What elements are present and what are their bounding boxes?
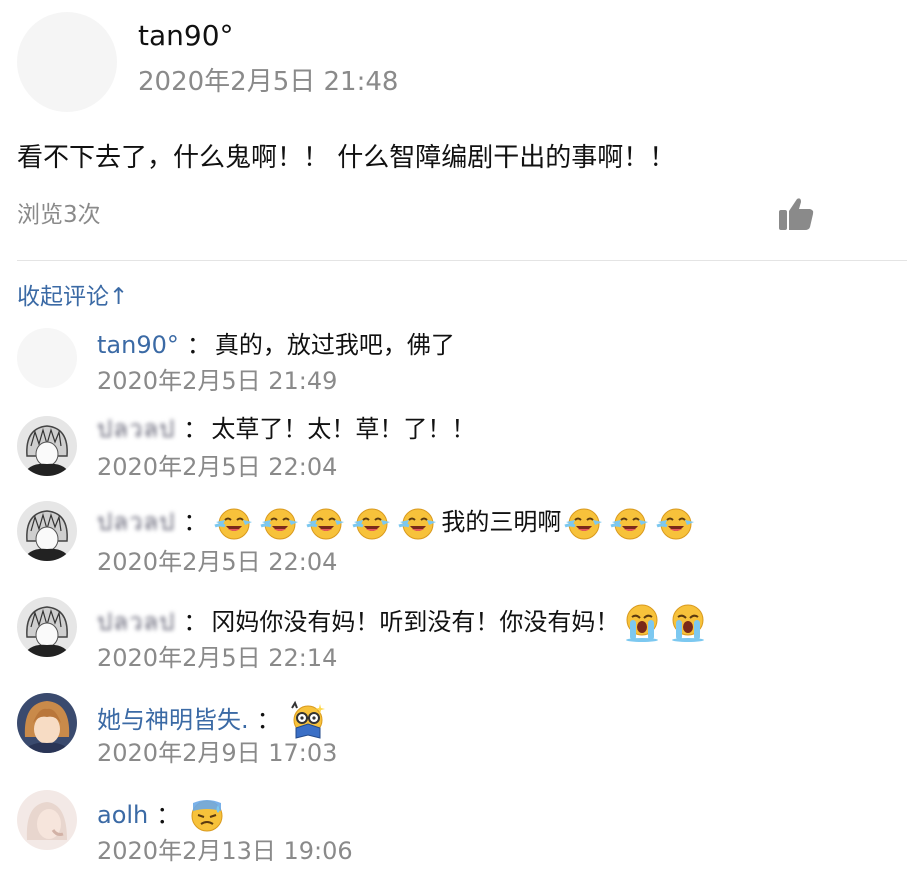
comment-line: tan90° ： 真的，放过我吧，佛了 (97, 328, 455, 362)
comment-avatar[interactable] (17, 501, 77, 561)
comment-line: 她与神明皆失. ： (97, 700, 331, 740)
comment-timestamp: 2020年2月13日 19:06 (97, 837, 353, 865)
comment-text: 冈妈你没有妈！听到没有！你没有妈！ (211, 608, 620, 636)
post-username[interactable]: tan90° (138, 16, 234, 56)
comment-line: aolh ： (97, 795, 230, 835)
post-timestamp: 2020年2月5日 21:48 (138, 67, 399, 97)
comment-line: ปลวลป ： 冈妈你没有妈！听到没有！你没有妈！ (97, 600, 711, 644)
laughing-crying-emoji-icon (564, 502, 604, 542)
laughing-crying-emoji-icon (260, 502, 300, 542)
view-count: 浏览3次 (17, 202, 101, 228)
comment-username[interactable]: tan90° (97, 328, 179, 362)
laughing-crying-emoji-icon (656, 502, 696, 542)
comment-text: 真的，放过我吧，佛了 (214, 331, 455, 359)
comment-avatar[interactable] (17, 328, 77, 388)
anime-avatar-icon (17, 501, 77, 561)
comment-line: ปลวลป ： 太草了！太！草！了！！ (97, 412, 475, 446)
loudly-crying-emoji-icon (668, 602, 708, 642)
comment-separator: ： (186, 331, 211, 359)
comment-avatar[interactable] (17, 693, 77, 753)
comment-username[interactable]: 她与神明皆失. (97, 703, 249, 737)
loudly-crying-emoji-icon (622, 602, 662, 642)
comment-separator: ： (183, 415, 208, 443)
laughing-crying-emoji-icon (610, 502, 650, 542)
comment-username[interactable]: ปลวลป (97, 505, 175, 539)
anime-avatar-icon (17, 597, 77, 657)
like-button[interactable] (776, 194, 816, 234)
comment-timestamp: 2020年2月5日 22:04 (97, 453, 338, 481)
laughing-crying-emoji-icon (306, 502, 346, 542)
comment-timestamp: 2020年2月5日 22:14 (97, 644, 338, 672)
post-content: 看不下去了，什么鬼啊！！ 什么智障编剧干出的事啊！！ (17, 143, 676, 173)
comment-avatar[interactable] (17, 416, 77, 476)
thumbs-up-icon (779, 198, 814, 230)
comment-username[interactable]: ปลวลป (97, 605, 175, 639)
comment-avatar[interactable] (17, 790, 77, 850)
comment-separator: ： (183, 608, 208, 636)
comment-text: 我的三明啊 (441, 508, 562, 536)
comment-timestamp: 2020年2月5日 22:04 (97, 548, 338, 576)
comment-separator: ： (256, 706, 281, 734)
laughing-crying-emoji-icon (398, 502, 438, 542)
laughing-crying-emoji-icon (352, 502, 392, 542)
comment-username[interactable]: aolh (97, 798, 148, 832)
divider (17, 260, 907, 261)
portrait-avatar-icon (17, 790, 77, 850)
comment-separator: ： (156, 801, 181, 829)
cold-sweat-emoji-icon (187, 795, 227, 835)
comment-timestamp: 2020年2月5日 21:49 (97, 367, 338, 395)
anime-girl-avatar-icon (17, 693, 77, 753)
comment-separator: ： (183, 508, 208, 536)
collapse-comments-link[interactable]: 收起评论↑ (17, 280, 128, 314)
comment-timestamp: 2020年2月9日 17:03 (97, 739, 338, 767)
anime-avatar-icon (17, 416, 77, 476)
comment-line: ปลวลป ： 我的三明啊 (97, 502, 699, 542)
comment-avatar[interactable] (17, 597, 77, 657)
comment-text: 太草了！太！草！了！！ (211, 415, 476, 443)
poster-avatar[interactable] (17, 12, 117, 112)
nerd-reading-emoji-icon (288, 700, 328, 740)
comment-username[interactable]: ปลวลป (97, 412, 175, 446)
laughing-crying-emoji-icon (214, 502, 254, 542)
